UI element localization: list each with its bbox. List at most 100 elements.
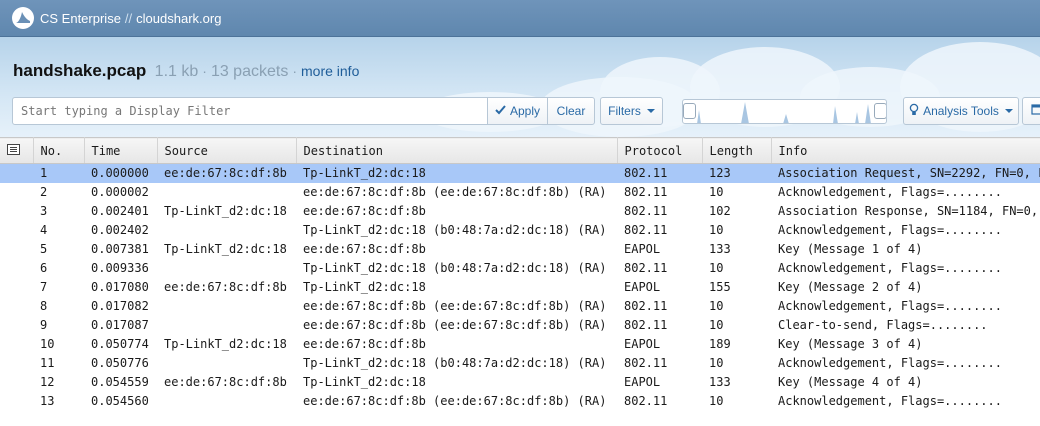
table-row[interactable]: 1 0.000000 ee:de:67:8c:df:8b Tp-LinkT_d2:dc… [0,163,1040,183]
cell-info: Acknowledgement, Flags=........ [778,261,1002,275]
table-row[interactable]: 4 0.002402 Tp-LinkT_d2:dc:18 (b0:48:7a:d2:… [0,221,1040,240]
table-row[interactable]: 6 0.009336 Tp-LinkT_d2:dc:18 (b0:48:7a:d2:… [0,259,1040,278]
shark-fin-icon[interactable] [12,7,34,29]
table-row[interactable]: 11 0.050776 Tp-LinkT_d2:dc:18 (b0:48:7a:d2… [0,354,1040,373]
meta-separator: · [292,63,297,79]
cell-no: 3 [40,204,48,218]
cell-no: 10 [40,337,55,351]
cell-destination: ee:de:67:8c:df:8b (ee:de:67:8c:df:8b) (R… [303,185,607,199]
cell-no: 12 [40,375,55,389]
cell-destination: ee:de:67:8c:df:8b (ee:de:67:8c:df:8b) (R… [303,394,607,408]
cell-protocol: 802.11 [624,394,668,408]
packet-count: 13 packets [210,63,289,80]
cell-length: 10 [709,261,724,275]
table-row[interactable]: 7 0.017080 ee:de:67:8c:df:8b Tp-LinkT_d2:dc… [0,278,1040,297]
table-row[interactable]: 5 0.007381 Tp-LinkT_d2:dc:18 ee:de:67:8c:df… [0,240,1040,259]
file-header: handshake.pcap 1.1 kb · 13 packets · more in… [0,37,1040,137]
cell-time: 0.054559 [91,375,149,389]
cell-destination: Tp-LinkT_d2:dc:18 [303,280,426,294]
row-icon-cell [0,392,33,411]
apply-button[interactable]: Apply [487,97,548,125]
cell-length: 10 [709,223,724,237]
cell-source: ee:de:67:8c:df:8b [164,375,287,389]
table-row[interactable]: 2 0.000002 ee:de:67:8c:df:8b (ee:de:67:8c:… [0,183,1040,202]
cell-info: Key (Message 2 of 4) [778,280,923,294]
timeline-end-handle[interactable] [874,103,886,119]
cell-source: ee:de:67:8c:df:8b [157,163,296,183]
more-info-link[interactable]: more info [301,63,359,79]
cell-protocol: EAPOL [624,337,661,351]
cell-source [157,183,296,202]
cell-time: 0.007381 [91,242,149,256]
cell-destination: Tp-LinkT_d2:dc:18 [303,375,426,389]
table-row[interactable]: 3 0.002401 Tp-LinkT_d2:dc:18 ee:de:67:8c:df… [0,202,1040,221]
cell-destination: ee:de:67:8c:df:8b [303,337,426,351]
checkmark-icon [495,104,506,118]
clear-button[interactable]: Clear [547,97,595,125]
cell-length: 10 [709,299,724,313]
row-icon-cell [0,183,33,202]
cell-info: Acknowledgement, Flags=........ [778,356,1002,370]
cell-no: 8 [40,299,48,313]
cell-source [157,392,296,411]
column-header-length[interactable]: Length [702,137,772,164]
column-header-protocol[interactable]: Protocol [617,137,703,164]
cell-time: 0.002401 [91,204,149,218]
column-header-time[interactable]: Time [84,137,158,164]
meta-separator: · [202,63,207,79]
cell-length: 10 [709,318,724,332]
chevron-down-icon [1004,109,1013,113]
cell-protocol: 802.11 [624,356,668,370]
cell-destination: Tp-LinkT_d2:dc:18 (b0:48:7a:d2:dc:18) (R… [303,261,607,275]
cell-no: 6 [40,261,48,275]
brand-separator: // [124,10,133,26]
timeline-start-handle[interactable] [683,103,696,119]
file-size: 1.1 kb [154,63,199,80]
cell-no: 13 [40,394,55,408]
cell-protocol: 802.11 [624,204,668,218]
brand-title[interactable]: CS Enterprise//cloudshark.org [40,11,221,26]
cell-info: Key (Message 3 of 4) [778,337,923,351]
packet-timeline[interactable] [682,99,887,124]
cell-no: 1 [33,163,84,183]
row-icon-cell [0,297,33,316]
table-row[interactable]: 12 0.054559 ee:de:67:8c:df:8b Tp-LinkT_d2:d… [0,373,1040,392]
cell-destination: Tp-LinkT_d2:dc:18 (b0:48:7a:d2:dc:18) (R… [303,223,607,237]
filters-dropdown-button[interactable]: Filters [600,97,663,125]
table-row[interactable]: 8 0.017082 ee:de:67:8c:df:8b (ee:de:67:8c:… [0,297,1040,316]
cell-length: 133 [709,375,731,389]
cell-no: 2 [40,185,48,199]
cell-length: 102 [709,204,731,218]
table-row[interactable]: 9 0.017087 ee:de:67:8c:df:8b (ee:de:67:8c:… [0,316,1040,335]
cell-time: 0.000002 [91,185,149,199]
column-header-source[interactable]: Source [157,137,297,164]
cell-protocol: 802.11 [624,318,668,332]
filters-label: Filters [608,104,641,118]
column-chooser[interactable] [0,137,34,164]
apply-label: Apply [509,104,541,118]
column-header-info[interactable]: Info [771,137,1040,164]
cell-source [157,354,296,373]
brand-site: cloudshark.org [136,10,222,26]
column-header-destination[interactable]: Destination [296,137,618,164]
lightbulb-icon [909,103,919,119]
cell-destination: ee:de:67:8c:df:8b [303,242,426,256]
cell-source: Tp-LinkT_d2:dc:18 [164,242,287,256]
analysis-tools-button[interactable]: Analysis Tools [903,97,1019,125]
display-filter-input[interactable]: Start typing a Display Filter [12,97,488,125]
cell-info: Acknowledgement, Flags=........ [778,185,1002,199]
column-header-no[interactable]: No. [33,137,85,164]
cell-protocol: EAPOL [624,242,661,256]
cell-info: Acknowledgement, Flags=........ [778,394,1002,408]
table-row[interactable]: 10 0.050774 Tp-LinkT_d2:dc:18 ee:de:67:8c:d… [0,335,1040,354]
packet-list: No. Time Source Destination Protocol Len… [0,137,1040,426]
cell-source [157,297,296,316]
file-name: handshake.pcap [13,61,147,80]
cell-info: Association Response, SN=1184, FN=0, Fla… [778,204,1040,218]
table-row[interactable]: 13 0.054560 ee:de:67:8c:df:8b (ee:de:67:8c… [0,392,1040,411]
cell-protocol: 802.11 [624,261,668,275]
cell-destination: ee:de:67:8c:df:8b [303,204,426,218]
cell-length: 10 [709,185,724,199]
cell-info: Association Request, SN=2292, FN=0, Flag… [771,163,1040,183]
window-button[interactable] [1022,97,1040,125]
